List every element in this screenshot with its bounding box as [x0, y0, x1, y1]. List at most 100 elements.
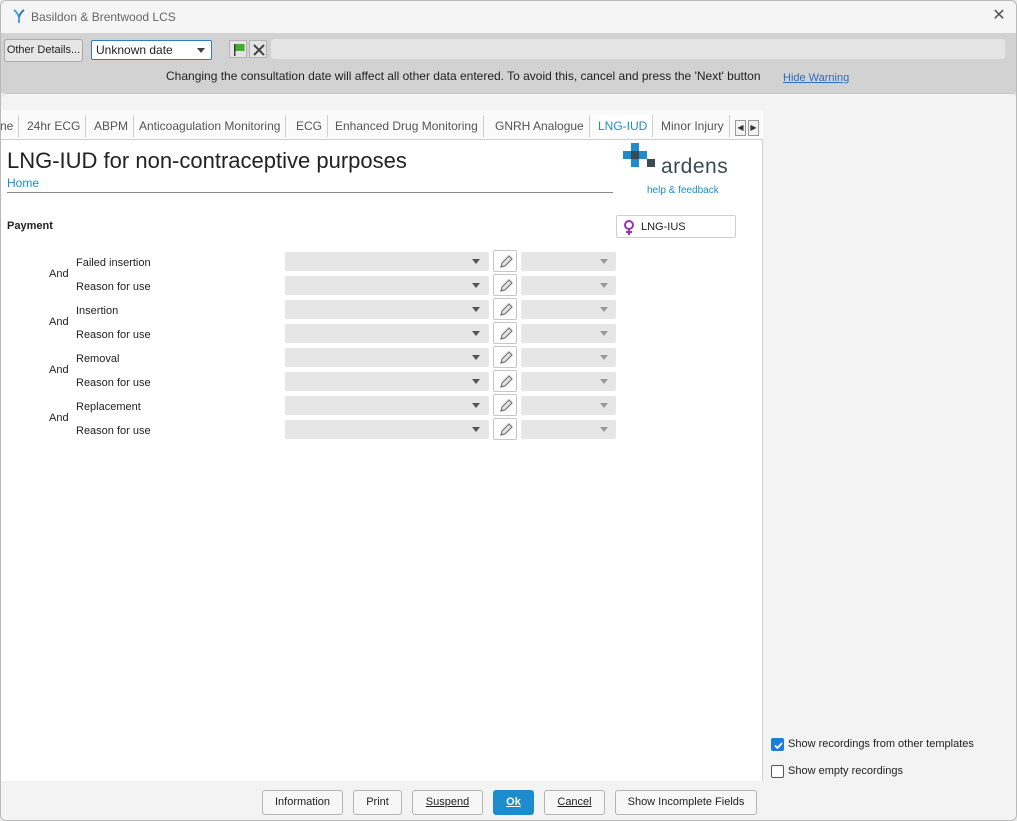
chevron-down-icon [600, 355, 608, 360]
chevron-down-icon [472, 355, 480, 360]
information-button[interactable]: Information [262, 790, 343, 815]
lng-ius-button[interactable]: LNG-IUS [616, 215, 736, 238]
chevron-down-icon [600, 259, 608, 264]
chevron-down-icon [600, 379, 608, 384]
content-area: ne 24hr ECG ABPM Anticoagulation Monitor… [1, 93, 1016, 820]
chevron-down-icon [472, 427, 480, 432]
tab-24hr-ecg[interactable]: 24hr ECG [22, 115, 87, 137]
row-label-removal: Removal [76, 353, 120, 365]
chevron-down-icon [197, 48, 205, 53]
message-field [271, 39, 1005, 59]
edit-button[interactable] [493, 250, 517, 272]
reason-for-use-value-select[interactable] [521, 276, 616, 295]
reason-for-use-select[interactable] [285, 276, 489, 295]
row-label-insertion: Insertion [76, 305, 119, 317]
clear-button[interactable] [249, 40, 267, 58]
date-warning-text: Changing the consultation date will affe… [166, 69, 761, 83]
chevron-down-icon [472, 307, 480, 312]
pencil-icon [500, 423, 513, 436]
reason-for-use-value-select[interactable] [521, 324, 616, 343]
reason-for-use-select[interactable] [285, 420, 489, 439]
row-label-reason-for-use: Reason for use [76, 281, 151, 293]
flag-icon [234, 44, 245, 56]
edit-button[interactable] [493, 322, 517, 344]
ok-button[interactable]: Ok [493, 790, 534, 815]
pencil-icon [500, 351, 513, 364]
row-label-reason-for-use: Reason for use [76, 425, 151, 437]
removal-select[interactable] [285, 348, 489, 367]
replacement-value-select[interactable] [521, 396, 616, 415]
form-title: LNG-IUD for non-contraceptive purposes [7, 148, 407, 173]
template-tabs: ne 24hr ECG ABPM Anticoagulation Monitor… [1, 110, 763, 140]
removal-value-select[interactable] [521, 348, 616, 367]
failed-insertion-select[interactable] [285, 252, 489, 271]
chevron-down-icon [600, 307, 608, 312]
pencil-icon [500, 399, 513, 412]
edit-button[interactable] [493, 418, 517, 440]
cancel-button[interactable]: Cancel [544, 790, 605, 815]
template-panel: ne 24hr ECG ABPM Anticoagulation Monitor… [1, 110, 763, 781]
tab-partial[interactable]: ne [1, 115, 20, 137]
tab-scroll-right-icon[interactable]: ▶ [748, 120, 759, 136]
pencil-icon [500, 375, 513, 388]
consultation-bar: Other Details... Unknown date Changing t… [1, 33, 1016, 93]
and-label: And [49, 412, 69, 424]
female-symbol-icon [624, 220, 634, 235]
tab-gnrh-analogue[interactable]: GNRH Analogue [490, 115, 590, 137]
title-divider [7, 192, 613, 193]
edit-button[interactable] [493, 274, 517, 296]
insertion-select[interactable] [285, 300, 489, 319]
consultation-date-select[interactable]: Unknown date [91, 40, 212, 60]
insertion-value-select[interactable] [521, 300, 616, 319]
tab-lng-iud[interactable]: LNG-IUD [593, 115, 654, 137]
row-label-failed-insertion: Failed insertion [76, 257, 151, 269]
show-empty-recordings-label: Show empty recordings [788, 765, 903, 777]
reason-for-use-value-select[interactable] [521, 420, 616, 439]
failed-insertion-value-select[interactable] [521, 252, 616, 271]
row-label-replacement: Replacement [76, 401, 141, 413]
show-other-templates-label: Show recordings from other templates [788, 738, 974, 750]
row-label-reason-for-use: Reason for use [76, 329, 151, 341]
pencil-icon [500, 279, 513, 292]
help-feedback-link[interactable]: help & feedback [647, 185, 719, 196]
lng-ius-label: LNG-IUS [641, 221, 686, 233]
app-window: Basildon & Brentwood LCS ✕ Other Details… [0, 0, 1017, 821]
and-label: And [49, 268, 69, 280]
tab-ecg[interactable]: ECG [291, 115, 329, 137]
app-logo-icon [11, 8, 27, 24]
edit-button[interactable] [493, 394, 517, 416]
section-title-payment: Payment [7, 220, 53, 232]
reason-for-use-select[interactable] [285, 372, 489, 391]
and-label: And [49, 316, 69, 328]
tab-enhanced-drug-monitoring[interactable]: Enhanced Drug Monitoring [330, 115, 484, 137]
other-details-button[interactable]: Other Details... [4, 39, 83, 62]
show-empty-recordings-checkbox[interactable] [771, 765, 784, 778]
show-incomplete-fields-button[interactable]: Show Incomplete Fields [615, 790, 757, 815]
replacement-select[interactable] [285, 396, 489, 415]
pencil-icon [500, 327, 513, 340]
pencil-icon [500, 255, 513, 268]
edit-button[interactable] [493, 370, 517, 392]
suspend-button[interactable]: Suspend [412, 790, 483, 815]
window-title: Basildon & Brentwood LCS [31, 10, 176, 24]
title-bar: Basildon & Brentwood LCS ✕ [1, 1, 1016, 33]
chevron-down-icon [472, 259, 480, 264]
tab-minor-injury[interactable]: Minor Injury [656, 115, 730, 137]
tab-scroll-left-icon[interactable]: ◀ [735, 120, 746, 136]
print-button[interactable]: Print [353, 790, 402, 815]
edit-button[interactable] [493, 298, 517, 320]
reason-for-use-select[interactable] [285, 324, 489, 343]
home-link[interactable]: Home [7, 176, 39, 190]
reason-for-use-value-select[interactable] [521, 372, 616, 391]
flag-button[interactable] [229, 40, 247, 58]
tab-abpm[interactable]: ABPM [89, 115, 135, 137]
hide-warning-link[interactable]: Hide Warning [783, 72, 849, 84]
chevron-down-icon [472, 379, 480, 384]
chevron-down-icon [600, 427, 608, 432]
tab-anticoagulation-monitoring[interactable]: Anticoagulation Monitoring [134, 115, 287, 137]
close-icon[interactable]: ✕ [990, 7, 1008, 25]
and-label: And [49, 364, 69, 376]
edit-button[interactable] [493, 346, 517, 368]
show-other-templates-checkbox[interactable] [771, 738, 784, 751]
chevron-down-icon [472, 331, 480, 336]
